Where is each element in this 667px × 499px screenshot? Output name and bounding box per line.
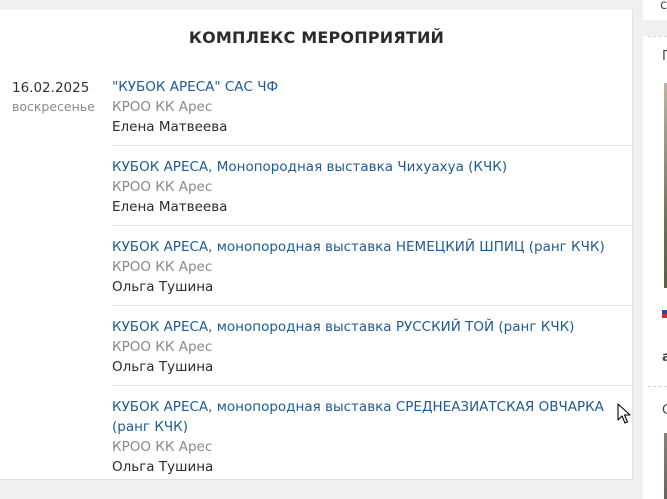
- events-card: КОМПЛЕКС МЕРОПРИЯТИЙ 16.02.2025 воскресе…: [0, 10, 633, 480]
- event-organizer: КРОО КК Арес: [112, 259, 213, 275]
- event-title-link[interactable]: "КУБОК АРЕСА" САС ЧФ: [112, 77, 632, 97]
- event-title-link[interactable]: КУБОК АРЕСА, монопородная выставка РУССК…: [112, 317, 632, 337]
- event-title-link[interactable]: КУБОК АРЕСА, монопородная выставка НЕМЕЦ…: [112, 237, 632, 257]
- list-item: КУБОК АРЕСА, монопородная выставка НЕМЕЦ…: [112, 237, 632, 306]
- event-person: Ольга Тушина: [112, 279, 214, 295]
- event-organizer: КРОО КК Арес: [112, 179, 213, 195]
- event-title-link[interactable]: КУБОК АРЕСА, монопородная выставка СРЕДН…: [112, 397, 632, 437]
- event-person: Елена Матвеева: [112, 199, 228, 215]
- divider: [648, 386, 667, 387]
- event-weekday: воскресенье: [12, 99, 95, 114]
- event-person: Ольга Тушина: [112, 359, 214, 375]
- event-person: Елена Матвеева: [112, 119, 228, 135]
- flag-icon: [662, 306, 667, 318]
- event-person: Ольга Тушина: [112, 459, 214, 475]
- sidebar-text-fragment: C: [662, 403, 667, 418]
- list-item: КУБОК АРЕСА, монопородная выставка РУССК…: [112, 317, 632, 386]
- page: КОМПЛЕКС МЕРОПРИЯТИЙ 16.02.2025 воскресе…: [0, 0, 667, 499]
- event-organizer: КРОО КК Арес: [112, 99, 213, 115]
- list-item: КУБОК АРЕСА, монопородная выставка СРЕДН…: [112, 397, 632, 479]
- event-date: 16.02.2025: [12, 80, 90, 96]
- mouse-cursor-icon: [617, 403, 631, 424]
- event-organizer: КРОО КК Арес: [112, 439, 213, 455]
- section-title: КОМПЛЕКС МЕРОПРИЯТИЙ: [188, 28, 445, 47]
- list-item: "КУБОК АРЕСА" САС ЧФ КРОО КК Арес Елена …: [112, 77, 632, 146]
- event-title-link[interactable]: КУБОК АРЕСА, Монопородная выставка Чихуа…: [112, 157, 632, 177]
- event-organizer: КРОО КК Арес: [112, 339, 213, 355]
- sidebar-text-fragment: a: [662, 350, 667, 365]
- divider: [648, 36, 667, 37]
- list-item: КУБОК АРЕСА, Монопородная выставка Чихуа…: [112, 157, 632, 226]
- sidebar-text-fragment: П: [662, 49, 667, 64]
- sidebar-text-fragment: c: [660, 0, 667, 13]
